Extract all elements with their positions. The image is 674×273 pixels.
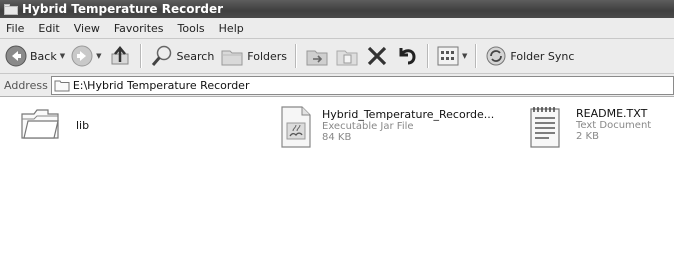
folders-label: Folders	[247, 49, 288, 63]
back-dropdown-icon[interactable]: ▼	[60, 52, 65, 60]
list-item-lib[interactable]: lib	[20, 107, 89, 141]
forward-dropdown-icon[interactable]: ▼	[96, 52, 101, 60]
menu-favorites[interactable]: Favorites	[108, 22, 172, 35]
menu-file[interactable]: File	[0, 22, 32, 35]
folder-icon	[21, 109, 59, 139]
search-icon	[151, 45, 171, 66]
forward-arrow-icon	[71, 45, 93, 67]
folder-sync-button[interactable]: Folder Sync	[482, 41, 577, 71]
title-bar: Hybrid Temperature Recorder	[0, 0, 674, 18]
file-list: lib Hybrid_Temperature_Recorde... Execut…	[0, 97, 674, 273]
copy-to-button[interactable]	[332, 41, 362, 71]
jar-file-icon	[281, 106, 311, 148]
search-label: Search	[176, 49, 215, 63]
views-button[interactable]: ▼	[434, 41, 470, 71]
toolbar-separator	[139, 44, 142, 68]
folders-icon	[221, 50, 243, 66]
menu-help[interactable]: Help	[213, 22, 252, 35]
views-dropdown-icon[interactable]: ▼	[462, 52, 467, 60]
delete-x-icon	[367, 46, 387, 66]
move-to-button[interactable]	[302, 41, 332, 71]
folder-icon	[54, 80, 70, 91]
folder-sync-icon	[486, 46, 506, 66]
menu-view[interactable]: View	[68, 22, 108, 35]
back-arrow-icon	[5, 45, 27, 67]
toolbar-separator	[475, 44, 478, 68]
undo-icon	[399, 48, 416, 65]
file-size: 2 KB	[576, 131, 599, 142]
move-to-icon	[306, 50, 328, 66]
back-button[interactable]: Back ▼	[2, 41, 68, 71]
address-bar: Address E:\Hybrid Temperature Recorder	[0, 74, 674, 97]
text-document-icon	[530, 107, 560, 148]
window-title: Hybrid Temperature Recorder	[22, 2, 224, 16]
folders-button[interactable]: Folders	[217, 41, 290, 71]
address-input[interactable]: E:\Hybrid Temperature Recorder	[50, 75, 674, 95]
file-type: Text Document	[576, 120, 652, 131]
list-item-readme[interactable]: README.TXT Text Document 2 KB	[528, 104, 651, 150]
toolbar: Back ▼ ▼ Search Folders ▼ Folder Sync	[0, 39, 674, 74]
address-label: Address	[4, 78, 48, 92]
forward-button[interactable]: ▼	[68, 41, 104, 71]
copy-to-icon	[336, 50, 358, 66]
address-value: E:\Hybrid Temperature Recorder	[72, 78, 250, 92]
menu-edit[interactable]: Edit	[32, 22, 67, 35]
file-type: Executable Jar File	[322, 121, 414, 132]
toolbar-separator	[295, 44, 298, 68]
file-name: Hybrid_Temperature_Recorde...	[322, 108, 495, 121]
delete-button[interactable]	[362, 41, 392, 71]
toolbar-separator	[427, 44, 430, 68]
folder-sync-label: Folder Sync	[510, 49, 575, 63]
list-item-jar[interactable]: Hybrid_Temperature_Recorde... Executable…	[276, 105, 494, 149]
back-label: Back	[30, 49, 57, 63]
up-folder-icon	[111, 46, 128, 65]
file-name: lib	[76, 119, 90, 132]
menu-tools[interactable]: Tools	[172, 22, 213, 35]
undo-button[interactable]	[392, 41, 422, 71]
menu-bar: File Edit View Favorites Tools Help	[0, 18, 674, 39]
file-size: 84 KB	[322, 132, 352, 143]
file-name: README.TXT	[576, 107, 648, 120]
up-folder-button[interactable]	[105, 41, 135, 71]
views-icon	[437, 46, 459, 66]
search-button[interactable]: Search	[147, 41, 218, 71]
folder-icon	[4, 3, 18, 15]
